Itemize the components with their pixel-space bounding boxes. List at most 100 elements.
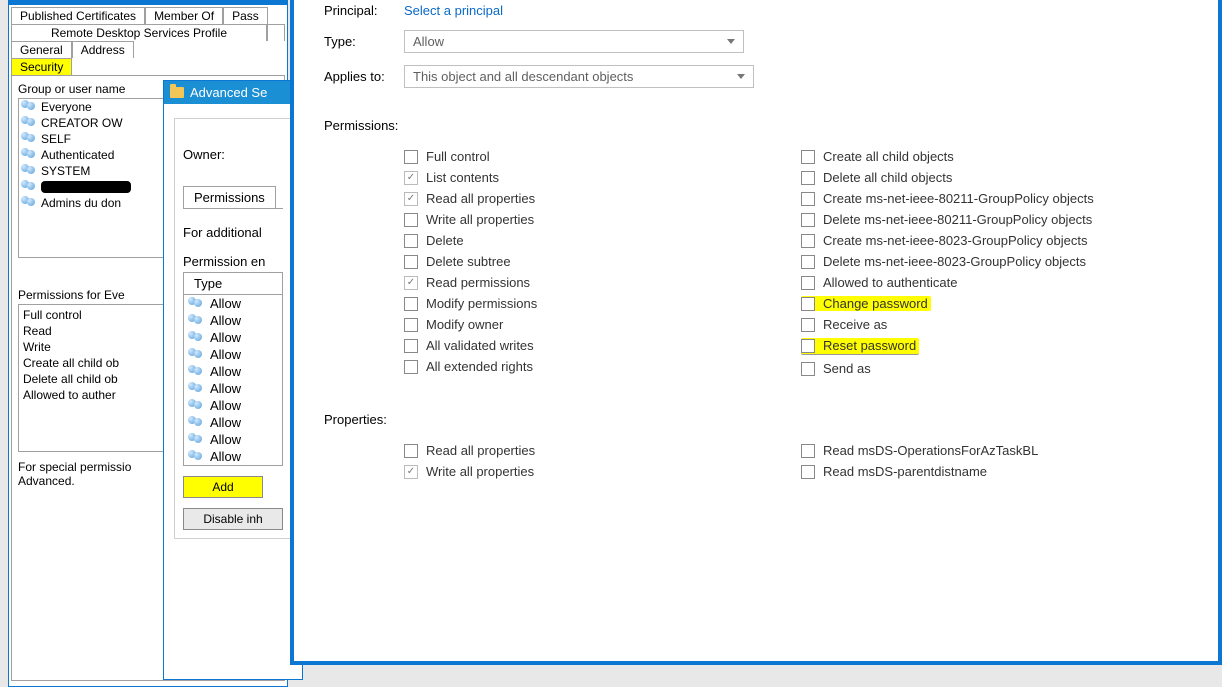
tab-published-certificates[interactable]: Published Certificates (11, 7, 145, 24)
tab-member-of[interactable]: Member Of (145, 7, 223, 24)
permission-entry-row[interactable]: Allow (184, 312, 282, 329)
tab-general[interactable]: General (11, 41, 72, 58)
checkbox[interactable] (404, 360, 418, 374)
users-icon (188, 450, 204, 464)
checkbox-label: Create all child objects (823, 149, 954, 164)
permission-entry-window: Principal: Select a principal Type: Allo… (290, 0, 1222, 665)
checkbox[interactable] (404, 192, 418, 206)
properties-header: Properties: (324, 412, 1198, 427)
permission-entry-row[interactable]: Allow (184, 363, 282, 380)
permission-checkbox-row[interactable]: Delete subtree (404, 254, 801, 269)
disable-inheritance-button[interactable]: Disable inh (183, 508, 283, 530)
permission-checkbox-row[interactable]: Create all child objects (801, 149, 1198, 164)
checkbox[interactable] (801, 192, 815, 206)
permission-checkbox-row[interactable]: Change password (801, 296, 931, 311)
checkbox-label: Read all properties (426, 191, 535, 206)
permission-checkbox-row[interactable]: Delete all child objects (801, 170, 1198, 185)
permission-checkbox-row[interactable]: Modify permissions (404, 296, 801, 311)
tab-security[interactable]: Security (11, 58, 72, 75)
entries-label: Permission en (183, 254, 283, 269)
permission-checkbox-row[interactable]: All validated writes (404, 338, 801, 353)
checkbox[interactable] (801, 444, 815, 458)
permission-checkbox-row[interactable]: Delete ms-net-ieee-8023-GroupPolicy obje… (801, 254, 1198, 269)
permission-checkbox-row[interactable]: Read msDS-parentdistname (801, 464, 1198, 479)
permission-checkbox-row[interactable]: List contents (404, 170, 801, 185)
permission-entry-row[interactable]: Allow (184, 295, 282, 312)
permission-checkbox-row[interactable]: Read msDS-OperationsForAzTaskBL (801, 443, 1198, 458)
checkbox[interactable] (404, 234, 418, 248)
permission-entry-row[interactable]: Allow (184, 414, 282, 431)
permission-checkbox-row[interactable]: Allowed to authenticate (801, 275, 1198, 290)
permission-entry-row[interactable]: Allow (184, 431, 282, 448)
checkbox[interactable] (801, 171, 815, 185)
col-type[interactable]: Type (184, 273, 282, 295)
permission-checkbox-row[interactable]: Read all properties (404, 191, 801, 206)
add-button[interactable]: Add (183, 476, 263, 498)
checkbox[interactable] (801, 465, 815, 479)
permission-checkbox-row[interactable]: Create ms-net-ieee-8023-GroupPolicy obje… (801, 233, 1198, 248)
checkbox[interactable] (801, 276, 815, 290)
checkbox[interactable] (404, 444, 418, 458)
checkbox[interactable] (801, 150, 815, 164)
users-icon (188, 365, 204, 379)
checkbox[interactable] (404, 213, 418, 227)
checkbox-label: Read all properties (426, 443, 535, 458)
permission-checkbox-row[interactable]: Write all properties (404, 464, 801, 479)
checkbox[interactable] (404, 297, 418, 311)
owner-label: Owner: (183, 147, 283, 162)
checkbox[interactable] (801, 213, 815, 227)
permission-checkbox-row[interactable]: Modify owner (404, 317, 801, 332)
checkbox[interactable] (404, 276, 418, 290)
checkbox[interactable] (801, 297, 815, 311)
permission-checkbox-row[interactable]: Write all properties (404, 212, 801, 227)
checkbox[interactable] (404, 150, 418, 164)
checkbox-label: Full control (426, 149, 490, 164)
tab-address[interactable]: Address (72, 41, 134, 58)
checkbox-label: List contents (426, 170, 499, 185)
permission-entry-row[interactable]: Allow (184, 380, 282, 397)
checkbox-label: Delete subtree (426, 254, 511, 269)
permission-checkbox-row[interactable]: Create ms-net-ieee-80211-GroupPolicy obj… (801, 191, 1198, 206)
checkbox[interactable] (801, 255, 815, 269)
checkbox-label: Delete (426, 233, 464, 248)
type-dropdown[interactable]: Allow (404, 30, 744, 53)
permission-checkbox-row[interactable]: Delete (404, 233, 801, 248)
permission-entries-grid[interactable]: Type AllowAllowAllowAllowAllowAllowAllow… (183, 272, 283, 466)
permission-checkbox-row[interactable]: Delete ms-net-ieee-80211-GroupPolicy obj… (801, 212, 1198, 227)
users-icon (188, 297, 204, 311)
folder-icon (170, 87, 184, 98)
checkbox[interactable] (404, 318, 418, 332)
applies-to-dropdown[interactable]: This object and all descendant objects (404, 65, 754, 88)
permission-checkbox-row[interactable]: Reset password (801, 338, 919, 355)
checkbox[interactable] (801, 234, 815, 248)
users-icon (21, 148, 37, 162)
checkbox[interactable] (801, 362, 815, 376)
permission-checkbox-row[interactable]: Read permissions (404, 275, 801, 290)
permission-checkbox-row[interactable]: Send as (801, 361, 1198, 376)
permission-entry-row[interactable]: Allow (184, 329, 282, 346)
permission-checkbox-row[interactable]: Receive as (801, 317, 1198, 332)
permission-checkbox-row[interactable]: All extended rights (404, 359, 801, 374)
principal-label: Principal: (324, 3, 404, 18)
users-icon (188, 416, 204, 430)
users-icon (21, 116, 37, 130)
checkbox[interactable] (801, 339, 815, 353)
tab-password[interactable]: Pass (223, 7, 268, 24)
users-icon (21, 196, 37, 210)
tab-rds-profile[interactable]: Remote Desktop Services Profile (11, 24, 267, 41)
checkbox-label: Modify owner (426, 317, 503, 332)
checkbox[interactable] (404, 465, 418, 479)
tab-permissions[interactable]: Permissions (183, 186, 276, 208)
permission-entry-row[interactable]: Allow (184, 397, 282, 414)
select-principal-link[interactable]: Select a principal (404, 3, 503, 18)
permission-entry-row[interactable]: Allow (184, 346, 282, 363)
checkbox-label: Change password (823, 296, 928, 311)
checkbox-label: Allowed to authenticate (823, 275, 957, 290)
checkbox[interactable] (404, 171, 418, 185)
permission-checkbox-row[interactable]: Full control (404, 149, 801, 164)
checkbox[interactable] (801, 318, 815, 332)
permission-entry-row[interactable]: Allow (184, 448, 282, 465)
checkbox[interactable] (404, 339, 418, 353)
permission-checkbox-row[interactable]: Read all properties (404, 443, 801, 458)
checkbox[interactable] (404, 255, 418, 269)
